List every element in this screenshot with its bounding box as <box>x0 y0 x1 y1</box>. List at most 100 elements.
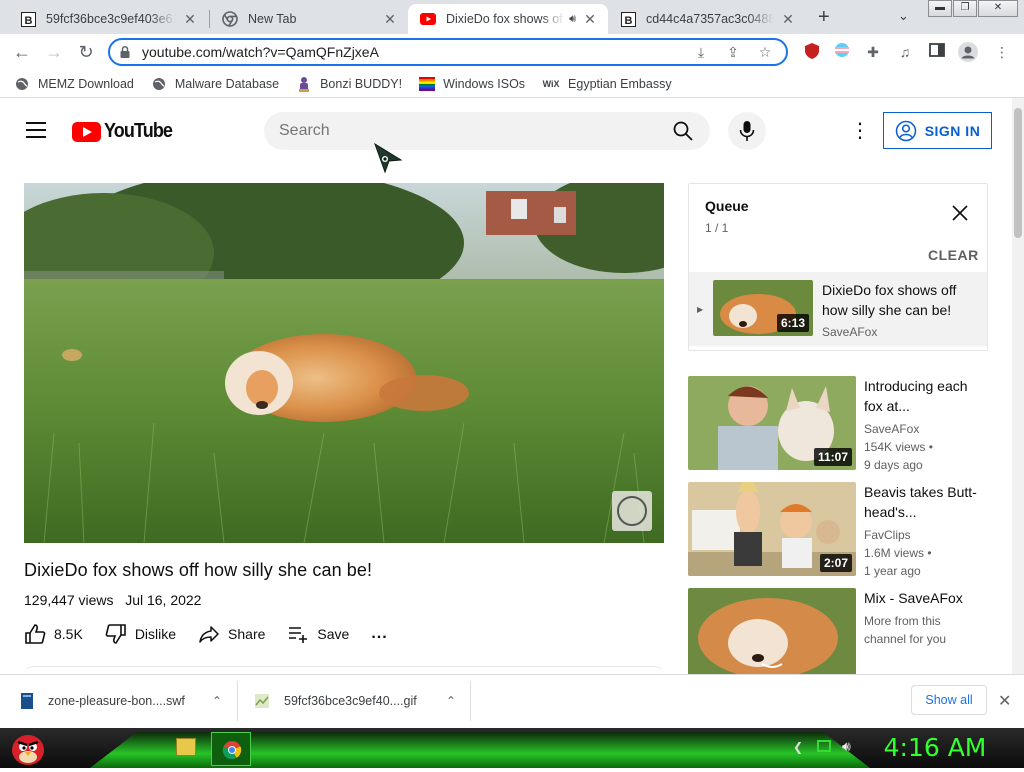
bookmark-windows-isos[interactable]: Windows ISOs <box>419 76 525 92</box>
taskbar-clock[interactable]: 4:16 AM <box>880 732 990 764</box>
extension-shield-icon[interactable] <box>802 42 822 62</box>
profile-avatar-icon[interactable] <box>958 42 978 62</box>
recommendation-thumbnail[interactable] <box>688 588 856 674</box>
sign-in-button[interactable]: SIGN IN <box>883 112 992 149</box>
close-tab-icon[interactable]: ✕ <box>582 11 598 27</box>
tab-4[interactable]: B cd44c4a7357ac3c0488d4 ✕ <box>608 4 806 34</box>
page-scrollbar[interactable] <box>1012 98 1024 674</box>
close-tab-icon[interactable]: ✕ <box>182 11 198 27</box>
tab-2[interactable]: New Tab ✕ <box>210 4 408 34</box>
url-text[interactable]: youtube.com/watch?v=QamQFnZjxeA <box>142 44 690 60</box>
angry-bird-start-icon[interactable] <box>8 728 48 768</box>
search-input[interactable] <box>279 122 672 140</box>
download-item[interactable]: zone-pleasure-bon....swf ⌃ <box>20 675 230 727</box>
b-icon: B <box>20 11 36 27</box>
video-player[interactable] <box>24 183 664 543</box>
close-window-button[interactable]: ✕ <box>978 0 1018 17</box>
close-queue-icon[interactable] <box>951 204 969 222</box>
address-bar[interactable]: youtube.com/watch?v=QamQFnZjxeA ⤓ ⇪ ☆ <box>108 38 788 66</box>
download-filename: 59fcf36bce3c9ef40....gif <box>284 694 417 708</box>
minimize-button[interactable]: ▬ <box>928 0 952 17</box>
bookmark-memz[interactable]: MEMZ Download <box>14 76 134 92</box>
video-meta: 129,447 views Jul 16, 2022 <box>24 592 201 608</box>
more-actions-icon[interactable]: ... <box>371 625 387 643</box>
view-count: 129,447 views <box>24 592 114 608</box>
search-icon[interactable] <box>672 120 694 142</box>
clear-queue-button[interactable]: CLEAR <box>928 247 979 263</box>
gif-file-icon <box>255 694 269 708</box>
dislike-button[interactable]: Dislike <box>105 623 176 645</box>
tab-search-chevron-icon[interactable]: ⌄ <box>898 8 909 24</box>
video-frame-fox-in-grass <box>24 183 664 543</box>
tab-1[interactable]: B 59fcf36bce3c9ef403e61b ✕ <box>8 4 208 34</box>
recommendation-title[interactable]: Introducing each fox at... <box>864 376 984 416</box>
download-item[interactable]: 59fcf36bce3c9ef40....gif ⌃ <box>254 675 464 727</box>
forward-button[interactable]: → <box>42 40 66 64</box>
save-label: Save <box>317 626 350 642</box>
queue-thumbnail[interactable]: 6:13 <box>713 280 813 336</box>
network-icon[interactable] <box>817 740 831 752</box>
save-button[interactable]: Save <box>287 623 349 645</box>
tab-3-active[interactable]: DixieDo fox shows of 🔊︎ ✕ <box>408 4 608 34</box>
share-icon[interactable]: ⇪ <box>722 44 744 61</box>
search-box[interactable] <box>264 112 710 150</box>
share-button[interactable]: Share <box>198 623 265 645</box>
reload-button[interactable]: ↻ <box>74 40 98 64</box>
b-icon: B <box>620 11 636 27</box>
chrome-taskbar-button[interactable] <box>211 732 251 766</box>
recommendation-subtitle: More from this channel for you <box>864 614 947 646</box>
download-separator <box>237 681 238 721</box>
scrollbar-thumb[interactable] <box>1014 108 1022 238</box>
maximize-button[interactable]: ❐ <box>953 0 977 17</box>
bookmark-malware-database[interactable]: Malware Database <box>151 76 279 92</box>
tray-expand-icon[interactable]: ❮ <box>793 740 803 754</box>
back-button[interactable]: ← <box>10 40 34 64</box>
bookmark-bonzi-buddy[interactable]: Bonzi BUDDY! <box>296 76 402 92</box>
hamburger-menu-icon[interactable] <box>26 122 46 138</box>
bookmark-star-icon[interactable]: ☆ <box>754 44 776 61</box>
share-arrow-icon <box>199 626 219 643</box>
download-options-chevron-icon[interactable]: ⌃ <box>212 694 222 708</box>
file-explorer-icon[interactable] <box>176 738 196 756</box>
youtube-logo[interactable]: YouTube <box>72 120 180 143</box>
queue-item-channel[interactable]: SaveAFox <box>822 325 877 339</box>
close-downloads-bar-icon[interactable]: ✕ <box>998 691 1011 711</box>
duration-badge: 11:07 <box>813 448 852 466</box>
download-options-chevron-icon[interactable]: ⌃ <box>446 694 456 708</box>
downloads-bar: zone-pleasure-bon....swf ⌃ 59fcf36bce3c9… <box>0 674 1024 728</box>
queue-item-title[interactable]: DixieDo fox shows off how silly she can … <box>822 280 982 320</box>
chrome-menu-icon[interactable]: ⋮ <box>992 42 1012 62</box>
recommendation-thumbnail[interactable]: 2:07 <box>688 482 856 576</box>
now-playing-arrow-icon: ▶ <box>697 305 704 314</box>
recommendation-title[interactable]: Beavis takes Butt-head's... <box>864 482 984 522</box>
bookmark-label: Bonzi BUDDY! <box>320 76 403 91</box>
install-app-icon[interactable]: ⤓ <box>690 44 712 61</box>
tab-title: 59fcf36bce3c9ef403e61b <box>46 12 176 26</box>
volume-icon[interactable]: 🔊︎ <box>842 738 851 755</box>
extensions-puzzle-icon[interactable]: ✚ <box>863 42 883 62</box>
recommendation-thumbnail[interactable]: 11:07 <box>688 376 856 470</box>
bookmark-label: Windows ISOs <box>443 76 526 91</box>
chrome-icon <box>222 11 238 27</box>
recommendation-title[interactable]: Mix - SaveAFox <box>864 588 984 608</box>
chrome-icon <box>222 741 242 760</box>
recommendation-mix-item[interactable]: Mix - SaveAFox More from this channel fo… <box>688 588 998 674</box>
show-all-downloads-button[interactable]: Show all <box>911 685 987 715</box>
recommendation-item[interactable]: 11:07 Introducing each fox at... SaveAFo… <box>688 376 998 472</box>
recommendation-item[interactable]: 2:07 Beavis takes Butt-head's... FavClip… <box>688 482 998 578</box>
media-control-icon[interactable]: ♫ <box>895 42 915 62</box>
trans-flag-extension-icon[interactable] <box>832 42 852 62</box>
voice-search-button[interactable] <box>728 112 766 150</box>
close-tab-icon[interactable]: ✕ <box>382 11 398 27</box>
new-tab-button[interactable]: + <box>818 6 830 29</box>
like-button[interactable]: 8.5K <box>24 623 83 645</box>
bookmark-egyptian-embassy[interactable]: WiX Egyptian Embassy <box>542 76 672 92</box>
audio-playing-icon[interactable]: 🔊︎ <box>569 13 576 26</box>
recommendation-channel[interactable]: SaveAFox <box>864 420 919 438</box>
recommendation-channel[interactable]: FavClips <box>864 526 911 544</box>
side-panel-icon[interactable] <box>927 42 947 62</box>
queue-item[interactable]: ▶ 6:13 DixieDo fox shows off how silly s… <box>689 272 987 346</box>
settings-kebab-icon[interactable]: ⋮ <box>850 120 870 142</box>
close-tab-icon[interactable]: ✕ <box>780 11 796 27</box>
youtube-wordmark: YouTube <box>104 120 173 142</box>
